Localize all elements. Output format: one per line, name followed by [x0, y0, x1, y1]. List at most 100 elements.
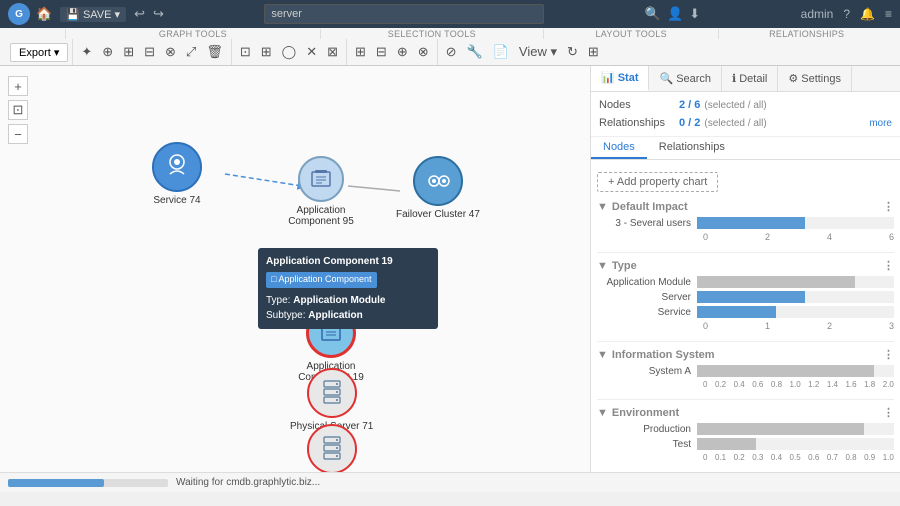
chart-header-info-system[interactable]: ▼ Information System ⋮ [597, 348, 894, 361]
status-bar: Waiting for cmdb.graphlytic.biz... [0, 472, 900, 492]
chart-type: ▼ Type ⋮ Application Module Server [597, 259, 894, 331]
chart-info-system: ▼ Information System ⋮ System A 00.20.40… [597, 348, 894, 389]
layout-tool-2[interactable]: ⊟ [372, 42, 391, 62]
select-tool-1[interactable]: ⊡ [236, 42, 255, 62]
notifications-icon[interactable]: 🔔 [860, 7, 875, 21]
search-icon[interactable]: 🔍 [645, 6, 661, 22]
add-chart-button[interactable]: + Add property chart [597, 172, 718, 192]
fit-button[interactable]: ⊡ [8, 100, 28, 120]
toolbar-relationships: ⊘ 🔧 📄 View ▾ ↻ ⊞ [438, 39, 607, 65]
chart-row-type-0: Application Module [597, 276, 894, 288]
search-input[interactable] [264, 4, 544, 24]
chart-more-env[interactable]: ⋮ [883, 406, 894, 419]
rel-tool-grid[interactable]: ⊞ [584, 42, 603, 62]
stat-nodes-sub: (selected / all) [704, 100, 766, 111]
divider-3 [597, 399, 894, 400]
node-physserver59[interactable]: Physical Server 59 [290, 424, 373, 472]
tab-detail[interactable]: ℹ Detail [722, 66, 778, 91]
stat-nodes-row: Nodes 2 / 6 (selected / all) [599, 96, 892, 114]
node-circle-service74 [152, 142, 202, 192]
graph-tool-2[interactable]: ⊕ [98, 42, 117, 62]
select-tool-5[interactable]: ⊠ [323, 42, 342, 62]
view-button[interactable]: View ▾ [515, 42, 561, 62]
save-button[interactable]: 💾 SAVE ▾ [60, 7, 126, 22]
node-physserver71[interactable]: Physical Server 71 [290, 368, 373, 432]
home-icon[interactable]: 🏠 [36, 6, 52, 22]
sub-tab-nodes[interactable]: Nodes [591, 137, 647, 159]
user-icon[interactable]: 👤 [667, 6, 683, 22]
tooltip-badge-icon: □ [271, 274, 276, 284]
axis-labels-impact: 0246 [597, 232, 894, 242]
stat-rel-row: Relationships 0 / 2 (selected / all) mor… [599, 114, 892, 132]
env-label-0: Production [597, 424, 697, 435]
status-progress [8, 479, 168, 487]
chart-more-type[interactable]: ⋮ [883, 259, 894, 272]
select-tool-2[interactable]: ⊞ [257, 42, 276, 62]
node-service74[interactable]: Service 74 [152, 142, 202, 206]
node-failover47[interactable]: Failover Cluster 47 [396, 156, 480, 220]
graph-tool-expand[interactable]: ⤢ [182, 42, 200, 62]
toolbar-labels: GRAPH TOOLS SELECTION TOOLS LAYOUT TOOLS… [0, 28, 900, 39]
chart-header-environment[interactable]: ▼ Environment ⋮ [597, 406, 894, 419]
chart-more-info[interactable]: ⋮ [883, 348, 894, 361]
rel-tool-2[interactable]: 🔧 [463, 42, 487, 62]
detail-icon: ℹ [732, 72, 736, 85]
toolbar-layout-tools: ⊞ ⊟ ⊕ ⊗ [347, 39, 438, 65]
undo-icon[interactable]: ↩ [134, 6, 145, 22]
tab-settings[interactable]: ⚙ Settings [778, 66, 852, 91]
export-button[interactable]: Export ▾ [10, 43, 68, 62]
stat-rel-value: 0 / 2 [679, 117, 700, 129]
tooltip-subtype-value: Application [308, 310, 362, 321]
chart-header-default-impact[interactable]: ▼ Default Impact ⋮ [597, 200, 894, 213]
graph-tool-1[interactable]: ✦ [77, 42, 96, 62]
download-icon[interactable]: ⬇ [689, 6, 700, 22]
node-label-service74: Service 74 [153, 195, 200, 206]
side-controls: + ⊡ − [8, 76, 28, 144]
zoom-out-button[interactable]: − [8, 124, 28, 144]
chart-more-impact[interactable]: ⋮ [883, 200, 894, 213]
menu-icon[interactable]: ≡ [885, 7, 892, 21]
env-label-1: Test [597, 439, 697, 450]
zoom-in-button[interactable]: + [8, 76, 28, 96]
chart-title-type: Type [612, 260, 637, 272]
type-label-2: Service [597, 307, 697, 318]
chart-header-type[interactable]: ▼ Type ⋮ [597, 259, 894, 272]
tooltip-type: Type: Application Module [266, 293, 430, 308]
redo-icon[interactable]: ↪ [153, 6, 164, 22]
selection-tools-label: SELECTION TOOLS [321, 29, 544, 39]
tab-search[interactable]: 🔍 Search [649, 66, 722, 91]
graph-tool-3[interactable]: ⊞ [119, 42, 138, 62]
collapse-arrow-impact: ▼ [597, 201, 608, 213]
main-area: + ⊡ − Service [0, 66, 900, 472]
server71-icon [320, 379, 344, 407]
rel-tool-1[interactable]: ⊘ [442, 42, 461, 62]
help-icon[interactable]: ? [843, 7, 850, 21]
select-tool-4[interactable]: ✕ [302, 42, 321, 62]
toolbar-export-section: Export ▾ [6, 39, 73, 65]
export-label [6, 29, 66, 39]
collapse-arrow-type: ▼ [597, 260, 608, 272]
top-bar-right: admin ? 🔔 ≡ [801, 7, 892, 21]
graph-tool-delete[interactable]: 🗑 [202, 42, 227, 62]
rel-tool-refresh[interactable]: ↻ [563, 42, 582, 62]
relationships-label: RELATIONSHIPS [719, 29, 894, 39]
graph-canvas[interactable]: + ⊡ − Service [0, 66, 590, 472]
tab-stat[interactable]: 📊 Stat [591, 66, 649, 91]
graph-tool-4[interactable]: ⊟ [140, 42, 159, 62]
tooltip-subtype: Subtype: Application [266, 308, 430, 323]
layout-tool-4[interactable]: ⊗ [414, 42, 433, 62]
rel-tool-doc[interactable]: 📄 [489, 42, 513, 62]
node-label-appcomp95: Application Component 95 [276, 205, 366, 227]
sub-tab-relationships[interactable]: Relationships [647, 137, 737, 159]
divider-2 [597, 341, 894, 342]
toolbar-graph-tools: ✦ ⊕ ⊞ ⊟ ⊗ ⤢ 🗑 [73, 39, 231, 65]
stat-nodes-value: 2 / 6 [679, 99, 700, 111]
more-link[interactable]: more [869, 118, 892, 129]
graph-tool-5[interactable]: ⊗ [161, 42, 180, 62]
select-tool-3[interactable]: ◯ [278, 42, 301, 62]
layout-tool-1[interactable]: ⊞ [351, 42, 370, 62]
layout-tool-3[interactable]: ⊕ [393, 42, 412, 62]
panel-tabs: 📊 Stat 🔍 Search ℹ Detail ⚙ Settings [591, 66, 900, 92]
node-appcomp95[interactable]: Application Component 95 [276, 156, 366, 227]
node-label-failover47: Failover Cluster 47 [396, 209, 480, 220]
